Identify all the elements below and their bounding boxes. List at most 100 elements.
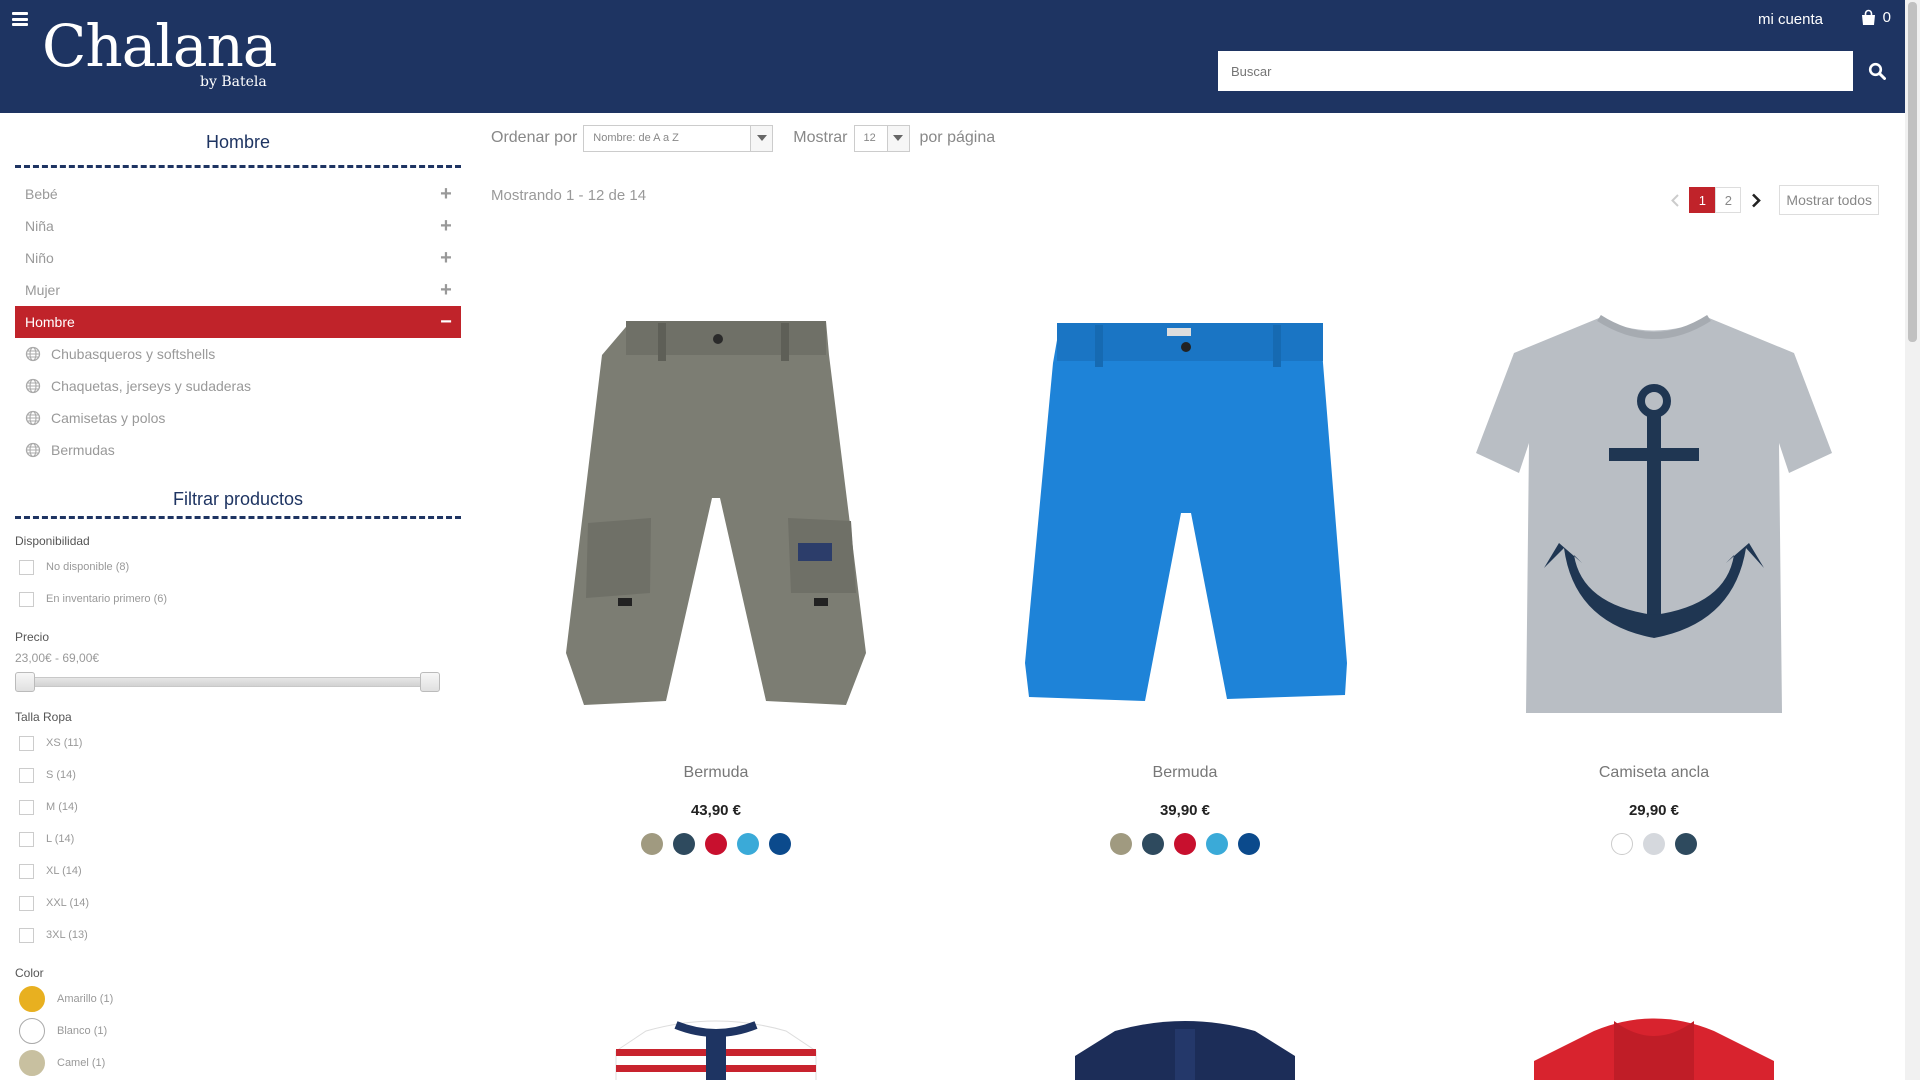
color-option[interactable] xyxy=(1206,833,1228,855)
checkbox[interactable] xyxy=(19,735,34,751)
filter-label: Precio xyxy=(15,630,50,644)
logo[interactable]: Chalana by Batela xyxy=(42,14,277,90)
subcategory-item[interactable]: Chaquetas, jerseys y sudaderas xyxy=(15,370,461,402)
category-label: Bebé xyxy=(25,186,58,202)
search-button[interactable] xyxy=(1857,51,1897,91)
availability-filter: Disponibilidad No disponible (8) En inve… xyxy=(15,531,461,615)
slider-handle-max[interactable] xyxy=(420,672,440,692)
color-option[interactable] xyxy=(769,833,791,855)
sidebar: Hombre Bebé + Niña + Niño + Mujer + Hombre − … xyxy=(15,113,461,1079)
product-image[interactable] xyxy=(1429,1011,1879,1080)
product-image[interactable] xyxy=(491,1011,941,1080)
slider-handle-min[interactable] xyxy=(15,672,35,692)
color-option[interactable] xyxy=(1611,833,1633,855)
sort-select[interactable]: Nombre: de A a Z xyxy=(583,124,774,152)
collapse-icon[interactable]: − xyxy=(439,306,453,338)
color-swatch-camel[interactable] xyxy=(19,1050,45,1076)
product-name[interactable]: Bermuda xyxy=(491,753,941,793)
color-option[interactable] xyxy=(1110,833,1132,855)
checkbox[interactable] xyxy=(19,895,34,911)
category-item-mujer[interactable]: Mujer + xyxy=(15,274,461,306)
product-card: Bermuda 43,90 € xyxy=(491,283,941,855)
shopping-bag-icon xyxy=(1861,9,1875,25)
product-price: 43,90 € xyxy=(690,802,742,819)
filter-option[interactable]: XL (14) xyxy=(15,855,461,887)
category-label: Mujer xyxy=(25,282,61,298)
filter-option[interactable]: S (14) xyxy=(15,759,461,791)
search-input[interactable] xyxy=(1218,51,1853,91)
subcategory-item[interactable]: Bermudas xyxy=(15,434,461,466)
filter-option[interactable]: 3XL (13) xyxy=(15,919,461,951)
filter-option[interactable]: Blanco (1) xyxy=(15,1015,461,1047)
color-option[interactable] xyxy=(1238,833,1260,855)
filter-option[interactable]: Camel (1) xyxy=(15,1047,461,1079)
expand-icon[interactable]: + xyxy=(439,210,453,242)
subcategory-list: Chubasqueros y softshells Chaquetas, jer… xyxy=(15,338,461,466)
color-option[interactable] xyxy=(1142,833,1164,855)
color-swatch-white[interactable] xyxy=(19,1018,45,1044)
product-image[interactable] xyxy=(1429,283,1879,753)
color-option[interactable] xyxy=(1675,833,1697,855)
subcategory-item[interactable]: Chubasqueros y softshells xyxy=(15,338,461,370)
chevron-left-icon xyxy=(1665,187,1685,213)
checkbox[interactable] xyxy=(19,591,34,607)
checkbox[interactable] xyxy=(19,927,34,943)
checkbox[interactable] xyxy=(19,863,34,879)
category-title: Hombre xyxy=(205,132,271,152)
category-label: Niña xyxy=(25,218,54,234)
color-option[interactable] xyxy=(1643,833,1665,855)
checkbox[interactable] xyxy=(19,559,34,575)
chevron-down-icon xyxy=(886,125,909,151)
subcategory-item[interactable]: Camisetas y polos xyxy=(15,402,461,434)
filter-option[interactable]: En inventario primero (6) xyxy=(15,583,461,615)
filter-option[interactable]: XS (11) xyxy=(15,727,461,759)
product-image[interactable] xyxy=(960,1011,1410,1080)
per-page-select[interactable]: 12 xyxy=(853,124,910,152)
product-name[interactable]: Camiseta ancla xyxy=(1429,753,1879,793)
page-2[interactable]: 2 xyxy=(1715,187,1742,213)
filter-option[interactable]: No disponible (8) xyxy=(15,551,461,583)
checkbox[interactable] xyxy=(19,831,34,847)
filter-option[interactable]: XXL (14) xyxy=(15,887,461,919)
filter-option[interactable]: L (14) xyxy=(15,823,461,855)
color-option[interactable] xyxy=(705,833,727,855)
globe-icon xyxy=(25,410,41,426)
page-1[interactable]: 1 xyxy=(1689,187,1716,213)
category-item-hombre[interactable]: Hombre − xyxy=(15,306,461,338)
product-image[interactable] xyxy=(491,283,941,753)
per-page-value: 12 xyxy=(863,131,876,144)
expand-icon[interactable]: + xyxy=(439,274,453,306)
chevron-right-icon[interactable] xyxy=(1741,187,1771,213)
price-slider[interactable] xyxy=(15,669,461,695)
color-option[interactable] xyxy=(641,833,663,855)
account-link[interactable]: mi cuenta xyxy=(1758,11,1823,28)
checkbox[interactable] xyxy=(19,799,34,815)
price-filter: Precio 23,00€ - 69,00€ xyxy=(15,627,461,695)
option-label: 3XL (13) xyxy=(46,929,88,941)
expand-icon[interactable]: + xyxy=(439,242,453,274)
expand-icon[interactable]: + xyxy=(439,178,453,210)
menu-icon[interactable] xyxy=(12,12,28,26)
page-scrollbar[interactable] xyxy=(1905,0,1920,1080)
filter-label: Disponibilidad xyxy=(15,534,90,548)
color-option[interactable] xyxy=(1174,833,1196,855)
product-image[interactable] xyxy=(960,283,1410,753)
filter-option[interactable]: M (14) xyxy=(15,791,461,823)
product-card xyxy=(960,1011,1410,1080)
globe-icon xyxy=(25,442,41,458)
category-item-bebe[interactable]: Bebé + xyxy=(15,178,461,210)
show-all-button[interactable]: Mostrar todos xyxy=(1779,185,1879,215)
product-name[interactable]: Bermuda xyxy=(960,753,1410,793)
cart-count: 0 xyxy=(1882,9,1891,26)
category-label: Niño xyxy=(25,250,54,266)
filter-option[interactable]: Amarillo (1) xyxy=(15,983,461,1015)
option-label: Camel (1) xyxy=(57,1057,106,1069)
color-option[interactable] xyxy=(737,833,759,855)
category-item-nino[interactable]: Niño + xyxy=(15,242,461,274)
category-item-nina[interactable]: Niña + xyxy=(15,210,461,242)
checkbox[interactable] xyxy=(19,767,34,783)
color-option[interactable] xyxy=(673,833,695,855)
color-swatch-yellow[interactable] xyxy=(19,986,45,1012)
scrollbar-thumb[interactable] xyxy=(1908,2,1917,342)
cart-button[interactable]: 0 xyxy=(1860,9,1891,26)
